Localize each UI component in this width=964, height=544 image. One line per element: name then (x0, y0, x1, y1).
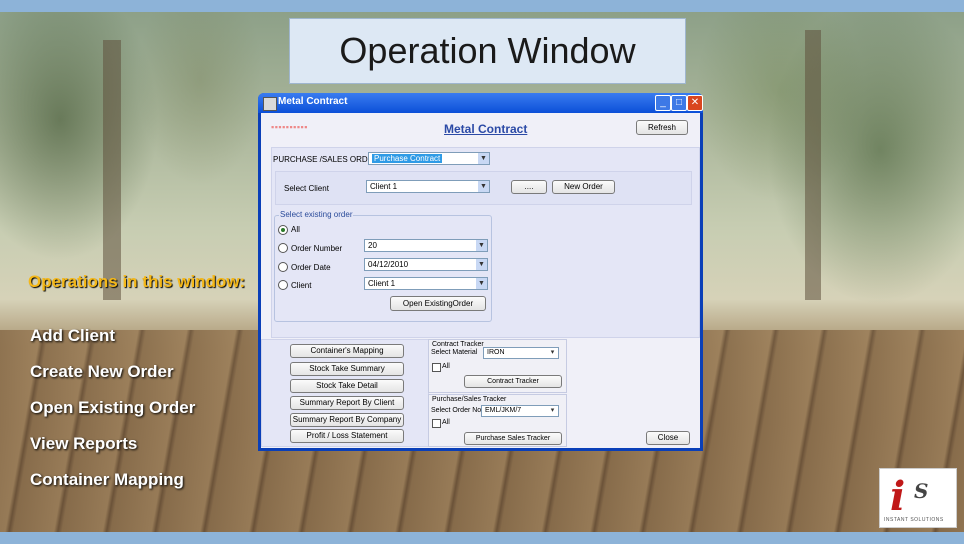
chevron-down-icon: ▼ (478, 181, 489, 192)
stock-take-detail-button[interactable]: Stock Take Detail (290, 379, 404, 393)
new-order-button[interactable]: New Order (552, 180, 615, 194)
operation-add-client: Add Client (30, 326, 115, 345)
client-filter-dropdown[interactable]: Client 1 ▼ (364, 277, 488, 290)
window-client-area: ▪▪▪▪▪▪▪▪▪▪ Metal Contract Refresh PURCHA… (261, 113, 700, 448)
chevron-down-icon: ▼ (478, 153, 489, 164)
logo-mark-i: i (890, 473, 906, 520)
summary-report-by-company-button[interactable]: Summary Report By Company (290, 413, 404, 427)
purchase-sales-dropdown[interactable]: Purchase Contract ▼ (368, 152, 490, 165)
operation-view-reports: View Reports (30, 434, 138, 453)
chevron-down-icon: ▼ (476, 240, 487, 251)
select-order-no-value: EML/JKM/7 (485, 407, 522, 414)
contract-all-label: All (442, 363, 450, 370)
minimize-icon[interactable]: _ (655, 95, 671, 111)
select-order-no-dropdown[interactable]: EML/JKM/7 ▾ (481, 405, 559, 417)
radio-all[interactable] (278, 225, 288, 235)
purchase-sales-value: Purchase Contract (372, 154, 443, 163)
radio-client[interactable] (278, 280, 288, 290)
stock-take-summary-button[interactable]: Stock Take Summary (290, 362, 404, 376)
ps-tracker-title: Purchase/Sales Tracker (432, 396, 507, 403)
select-client-value: Client 1 (370, 182, 398, 191)
contract-tracker-button[interactable]: Contract Tracker (464, 375, 562, 388)
window-titlebar: Metal Contract _ □ ✕ (258, 93, 703, 113)
order-date-picker[interactable]: 04/12/2010 ▼ (364, 258, 488, 271)
logo-mark-s: S (914, 479, 929, 503)
select-client-label: Select Client (284, 184, 329, 193)
order-number-dropdown[interactable]: 20 ▼ (364, 239, 488, 252)
caret-down-icon: ▾ (547, 406, 558, 416)
caret-down-icon: ▾ (547, 348, 558, 358)
ps-all-checkbox[interactable] (432, 419, 441, 428)
close-icon[interactable]: ✕ (687, 95, 703, 111)
select-material-dropdown[interactable]: IRON ▾ (483, 347, 559, 359)
tree-trunk (103, 40, 121, 300)
metal-contract-window: Metal Contract _ □ ✕ ▪▪▪▪▪▪▪▪▪▪ Metal Co… (258, 93, 703, 451)
radio-all-label: All (291, 225, 300, 234)
instant-solutions-logo: i S INSTANT SOLUTIONS (879, 468, 957, 528)
tree-trunk (805, 30, 821, 300)
select-material-value: IRON (487, 349, 505, 356)
client-filter-value: Client 1 (368, 279, 396, 288)
operation-window-banner: Operation Window (289, 18, 686, 84)
purchase-sales-tracker-button[interactable]: Purchase Sales Tracker (464, 432, 562, 445)
operation-create-new-order: Create New Order (30, 362, 174, 381)
existing-order-group-title: Select existing order (279, 210, 354, 219)
top-border (0, 0, 964, 12)
contract-tracker-title: Contract Tracker (432, 341, 484, 348)
radio-order-date[interactable] (278, 262, 288, 272)
open-existing-order-button[interactable]: Open ExistingOrder (390, 296, 486, 311)
order-number-label: Order Number (291, 244, 343, 253)
operations-heading: Operations in this window: (28, 272, 246, 291)
form-title: Metal Contract (444, 122, 528, 136)
header-decoration: ▪▪▪▪▪▪▪▪▪▪ (271, 122, 308, 132)
profit-loss-statement-button[interactable]: Profit / Loss Statement (290, 429, 404, 443)
operation-open-existing-order: Open Existing Order (30, 398, 196, 417)
containers-mapping-button[interactable]: Container's Mapping (290, 344, 404, 358)
ps-all-label: All (442, 419, 450, 426)
browse-client-button[interactable]: .... (511, 180, 547, 194)
order-date-label: Order Date (291, 263, 331, 272)
select-order-no-label: Select Order No (431, 407, 482, 414)
summary-report-by-client-button[interactable]: Summary Report By Client (290, 396, 404, 410)
purchase-sales-label: PURCHASE /SALES ORDER (273, 155, 379, 164)
select-material-label: Select Material (431, 349, 478, 356)
order-number-value: 20 (368, 241, 377, 250)
maximize-icon[interactable]: □ (671, 95, 687, 111)
window-title: Metal Contract (278, 96, 348, 107)
select-client-dropdown[interactable]: Client 1 ▼ (366, 180, 490, 193)
contract-all-checkbox[interactable] (432, 363, 441, 372)
chevron-down-icon: ▼ (476, 259, 487, 270)
chevron-down-icon: ▼ (476, 278, 487, 289)
refresh-button[interactable]: Refresh (636, 120, 688, 135)
bottom-border (0, 532, 964, 544)
operation-container-mapping: Container Mapping (30, 470, 184, 489)
logo-tagline: INSTANT SOLUTIONS (884, 517, 944, 523)
order-date-value: 04/12/2010 (368, 260, 409, 269)
close-button[interactable]: Close (646, 431, 690, 445)
radio-order-number[interactable] (278, 243, 288, 253)
app-icon (263, 97, 277, 111)
client-filter-label: Client (291, 281, 312, 290)
